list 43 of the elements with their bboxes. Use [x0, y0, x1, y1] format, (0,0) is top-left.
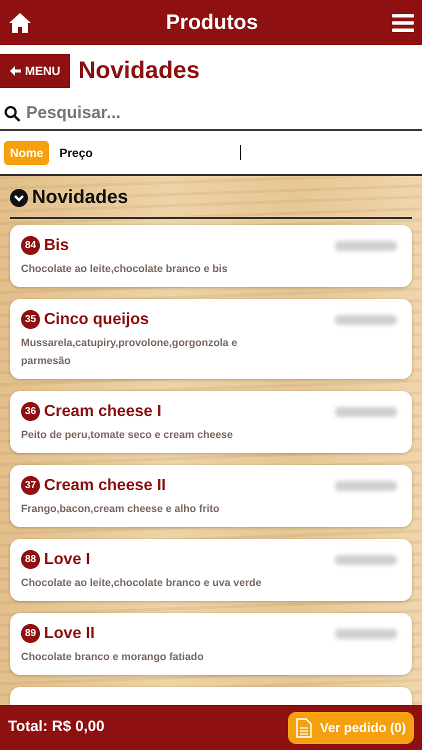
- blurred-price: [335, 240, 397, 250]
- page-title: Produtos: [166, 10, 258, 36]
- text-cursor: [240, 145, 241, 160]
- back-menu-button[interactable]: MENU: [0, 54, 70, 88]
- blurred-price: [335, 628, 397, 638]
- product-card[interactable]: 36 Cream cheese I Peito de peru,tomate seco e cream cheese: [10, 390, 412, 452]
- product-description: Chocolate ao leite,chocolate branco e uva verde: [21, 576, 262, 590]
- product-code-badge: 35: [21, 310, 40, 329]
- product-code-badge: 36: [21, 402, 40, 421]
- product-code-badge: 84: [21, 236, 40, 255]
- sort-tab[interactable]: Preço: [53, 140, 99, 164]
- menu-icon[interactable]: [392, 12, 414, 32]
- product-description: Frango,bacon,cream cheese e alho frito: [21, 502, 220, 516]
- product-description: Peito de peru,tomate seco e cream cheese: [21, 428, 234, 442]
- blurred-price: [335, 480, 397, 490]
- product-card[interactable]: 35 Cinco queijos Mussarela,catupiry,provolone,gorgonzola e parmesão: [10, 298, 412, 378]
- product-card[interactable]: 88 Love I Chocolate ao leite,chocolate branco e uva verde: [10, 538, 412, 600]
- product-name: Love II: [44, 624, 95, 644]
- product-name: Cream cheese I: [44, 402, 162, 422]
- section-title: Novidades: [32, 186, 128, 210]
- product-description: Chocolate ao leite,chocolate branco e bis: [21, 262, 229, 276]
- order-total: Total: R$ 0,00: [8, 717, 104, 738]
- product-name: Love I: [44, 550, 90, 570]
- section-heading: Novidades: [78, 56, 200, 86]
- blurred-price: [335, 314, 397, 324]
- product-name: Cinco queijos: [44, 310, 149, 330]
- product-name: Cream cheese II: [44, 476, 166, 496]
- home-icon[interactable]: [8, 12, 32, 34]
- product-code-badge: 88: [21, 550, 40, 569]
- product-description: Mussarela,catupiry,provolone,gorgonzola e parmesão: [21, 336, 238, 368]
- product-name: Bis: [44, 236, 69, 256]
- product-code-badge: 89: [21, 624, 40, 643]
- product-card[interactable]: 37 Cream cheese II Frango,bacon,cream cheese e alho frito: [10, 464, 412, 526]
- search-icon: [4, 104, 20, 122]
- product-card[interactable]: 84 Bis Chocolate ao leite,chocolate branco e bis: [10, 224, 412, 286]
- arrow-left-icon: [10, 66, 21, 76]
- product-card[interactable]: 89 Love II Chocolate branco e morango fatiado: [10, 612, 412, 674]
- product-description: Chocolate branco e morango fatiado: [21, 650, 205, 664]
- blurred-price: [335, 554, 397, 564]
- product-code-badge: 37: [21, 476, 40, 495]
- blurred-price: [335, 406, 397, 416]
- chevron-circle-icon[interactable]: [10, 189, 28, 208]
- document-icon: [296, 718, 312, 738]
